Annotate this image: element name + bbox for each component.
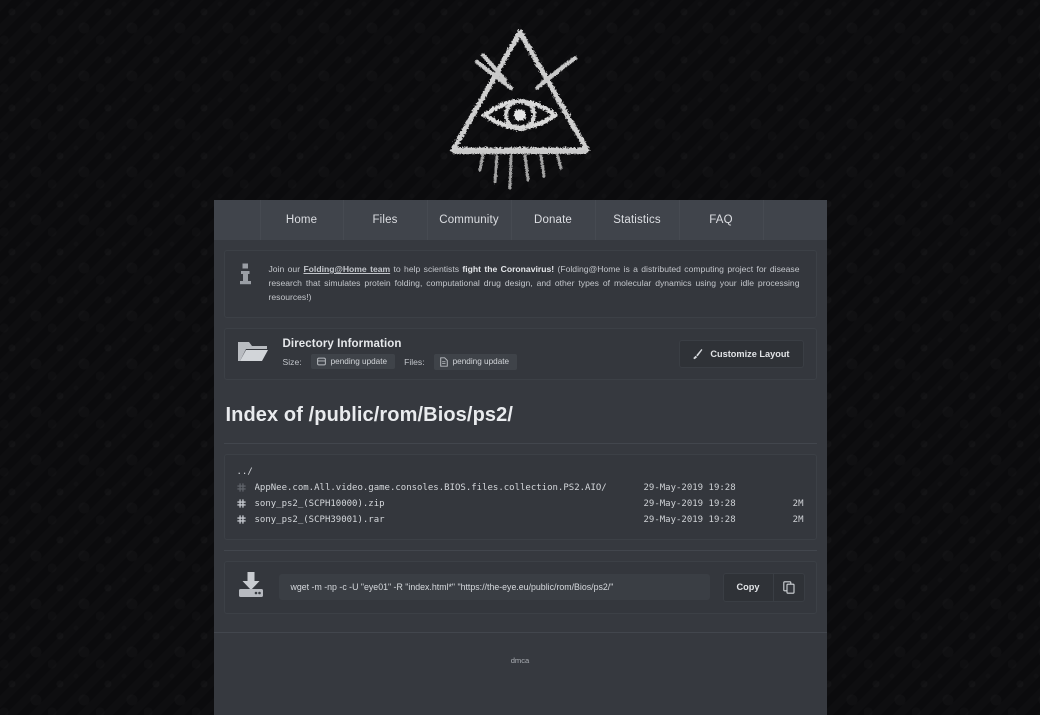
size-badge: pending update: [310, 354, 396, 370]
download-drive-glyph: [238, 571, 263, 597]
nav-item-statistics[interactable]: Statistics: [596, 200, 680, 240]
file-date: 29-May-2019 19:28: [643, 482, 736, 493]
file-listing: ../ AppNee.com.All.video.game.consoles.B…: [223, 453, 817, 540]
files-value: pending update: [452, 357, 510, 367]
file-date: 29-May-2019 19:28: [643, 498, 736, 509]
site-logo[interactable]: [425, 10, 615, 190]
customize-layout-button[interactable]: Customize Layout: [679, 339, 804, 368]
wget-command-text[interactable]: wget -m -np -c -U "eye01" -R "index.html…: [278, 574, 710, 601]
nav-item-files[interactable]: Files: [344, 200, 428, 240]
file-size: 2M: [792, 498, 804, 509]
eye-pyramid-icon: [450, 29, 590, 190]
folding-at-home-link[interactable]: Folding@Home team: [303, 264, 390, 274]
file-hash-icon: [236, 515, 255, 524]
page-title: Index of /public/rom/Bios/ps2/: [225, 403, 513, 426]
main-navigation: Home Files Community Donate Statistics F…: [213, 200, 827, 240]
size-value: pending update: [330, 357, 388, 367]
drive-icon: [316, 357, 326, 366]
copy-icon-button[interactable]: [772, 572, 805, 602]
table-row[interactable]: sony_ps2_(SCPH10000).zip 29-May-2019 19:…: [236, 496, 804, 512]
file-name: AppNee.com.All.video.game.consoles.BIOS.…: [254, 482, 607, 493]
info-icon: [235, 262, 257, 285]
info-i-glyph: [240, 263, 251, 285]
customize-layout-label: Customize Layout: [710, 348, 790, 359]
directory-hash-icon: [236, 483, 255, 492]
wget-command-card: wget -m -np -c -U "eye01" -R "index.html…: [223, 560, 817, 614]
nav-item-community[interactable]: Community: [428, 200, 512, 240]
size-label: Size:: [282, 356, 302, 367]
files-badge: pending update: [433, 353, 518, 370]
table-row[interactable]: AppNee.com.All.video.game.consoles.BIOS.…: [236, 480, 804, 496]
nav-item-donate[interactable]: Donate: [512, 200, 596, 240]
paintbrush-icon: [693, 348, 703, 359]
file-listing-section: ../ AppNee.com.All.video.game.consoles.B…: [214, 444, 827, 550]
dmca-link[interactable]: dmca: [511, 656, 530, 715]
hash-grid-glyph: [236, 499, 246, 508]
copy-pages-icon: [782, 580, 795, 594]
files-label: Files:: [404, 356, 425, 367]
directory-info-texts: Directory Information Size: pending upda…: [283, 338, 518, 370]
site-footer: dmca: [213, 631, 827, 715]
directory-info-meta: Size: pending update Files: pending upda…: [282, 353, 518, 370]
download-drive-icon: [236, 571, 266, 604]
site-header: [0, 0, 1040, 200]
nav-item-home[interactable]: Home: [260, 200, 344, 240]
directory-information-card: Directory Information Size: pending upda…: [223, 327, 817, 380]
table-row[interactable]: sony_ps2_(SCPH39001).rar 29-May-2019 19:…: [236, 512, 804, 528]
parent-directory-link: ../: [236, 466, 253, 477]
folding-at-home-banner: Join our Folding@Home team to help scien…: [223, 250, 817, 318]
hash-grid-glyph: [236, 515, 246, 524]
file-name: sony_ps2_(SCPH10000).zip: [254, 498, 385, 509]
file-date: 29-May-2019 19:28: [643, 514, 736, 525]
hash-grid-glyph: [236, 483, 246, 492]
copy-button-group: Copy: [722, 572, 805, 602]
open-folder-icon: [237, 338, 269, 369]
copy-button[interactable]: Copy: [722, 572, 773, 602]
banner-text-part2: to help scientists: [390, 264, 463, 274]
directory-info-left: Directory Information Size: pending upda…: [237, 338, 666, 370]
parent-directory-row[interactable]: ../: [237, 464, 804, 480]
document-icon: [439, 356, 448, 367]
nav-item-faq[interactable]: FAQ: [680, 200, 764, 240]
banner-text-part1: Join our: [268, 264, 304, 274]
site-container: Home Files Community Donate Statistics F…: [213, 200, 827, 715]
file-name: sony_ps2_(SCPH39001).rar: [254, 514, 385, 525]
file-hash-icon: [236, 499, 255, 508]
directory-info-title: Directory Information: [282, 337, 402, 350]
banner-text: Join our Folding@Home team to help scien…: [269, 262, 804, 305]
download-section: wget -m -np -c -U "eye01" -R "index.html…: [214, 551, 827, 624]
banner-text-bold: fight the Coronavirus!: [462, 264, 555, 274]
open-folder-glyph: [237, 342, 268, 362]
file-size: 2M: [792, 514, 804, 525]
